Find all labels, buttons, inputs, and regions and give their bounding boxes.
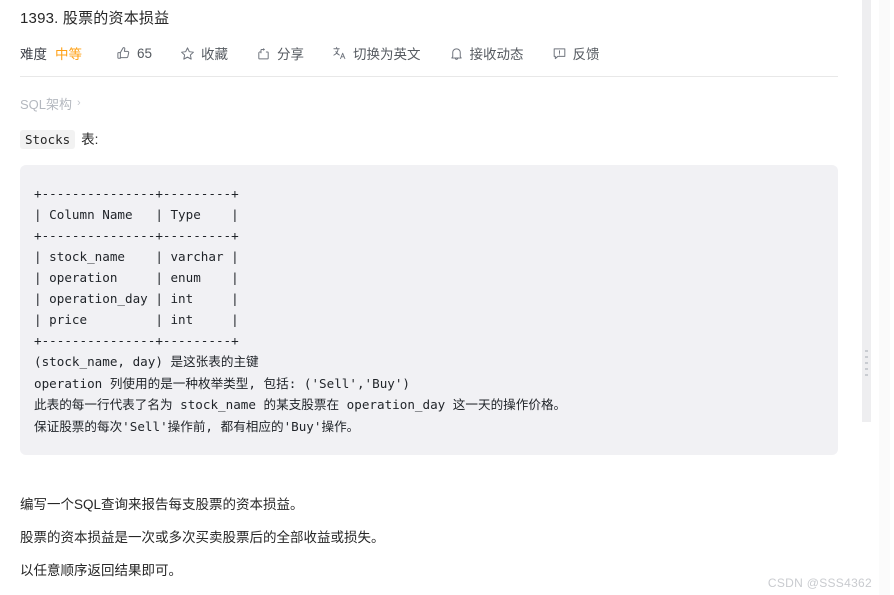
chevron-right-icon: › — [77, 97, 81, 109]
share-icon — [256, 46, 271, 61]
share-label: 分享 — [277, 47, 305, 62]
difficulty-label: 难度 — [20, 47, 47, 62]
table-name-code: Stocks — [20, 130, 76, 149]
difficulty-badge: 难度 中等 — [20, 43, 82, 63]
favorite-label: 收藏 — [201, 47, 229, 62]
feedback-label: 反馈 — [572, 47, 600, 62]
subscribe-label: 接收动态 — [469, 47, 524, 62]
scrollbar-grip-icon — [865, 350, 868, 376]
thumbs-up-icon — [116, 46, 131, 61]
sql-schema-label: SQL架构 — [20, 97, 73, 112]
problem-description: 编写一个SQL查询来报告每支股票的资本损益。 股票的资本损益是一次或多次买卖股票… — [20, 495, 838, 595]
schema-ascii-table: +---------------+---------+ | Column Nam… — [34, 186, 239, 348]
page-title: 1393. 股票的资本损益 — [20, 10, 170, 27]
favorite-button[interactable]: 收藏 — [180, 43, 228, 63]
description-paragraph: 以任意顺序返回结果即可。 — [20, 563, 182, 578]
like-button[interactable]: 65 — [116, 46, 152, 61]
table-caption-rest: 表: — [81, 132, 99, 147]
translate-icon — [332, 46, 347, 61]
bell-icon — [449, 46, 464, 61]
outer-scrollbar-thumb[interactable] — [879, 0, 890, 470]
problem-content: 1393. 股票的资本损益 难度 中等 65 收藏 分享 切换为英文 接收动态 … — [20, 0, 838, 595]
problem-toolbar: 难度 中等 65 收藏 分享 切换为英文 接收动态 反馈 — [20, 38, 838, 68]
share-button[interactable]: 分享 — [256, 43, 304, 63]
difficulty-value: 中等 — [55, 47, 82, 62]
description-paragraph: 编写一个SQL查询来报告每支股票的资本损益。 — [20, 497, 304, 512]
feedback-icon — [552, 46, 567, 61]
translate-button[interactable]: 切换为英文 — [332, 43, 421, 63]
problem-page: 1393. 股票的资本损益 难度 中等 65 收藏 分享 切换为英文 接收动态 … — [0, 0, 894, 595]
like-count: 65 — [137, 45, 153, 61]
sql-schema-toggle[interactable]: SQL架构 › — [20, 94, 838, 113]
toolbar-divider — [20, 76, 838, 77]
watermark: CSDN @SSS4362 — [767, 576, 872, 590]
description-paragraph: 股票的资本损益是一次或多次买卖股票后的全部收益或损失。 — [20, 530, 385, 545]
subscribe-button[interactable]: 接收动态 — [449, 43, 524, 63]
star-icon — [180, 46, 195, 61]
feedback-button[interactable]: 反馈 — [552, 43, 600, 63]
schema-code-block: +---------------+---------+ | Column Nam… — [20, 165, 838, 455]
schema-notes: (stock_name, day) 是这张表的主键 operation 列使用的… — [34, 354, 567, 434]
outer-scrollbar-track[interactable] — [879, 0, 890, 595]
translate-label: 切换为英文 — [353, 47, 421, 62]
table-caption: Stocks 表: — [20, 128, 838, 149]
